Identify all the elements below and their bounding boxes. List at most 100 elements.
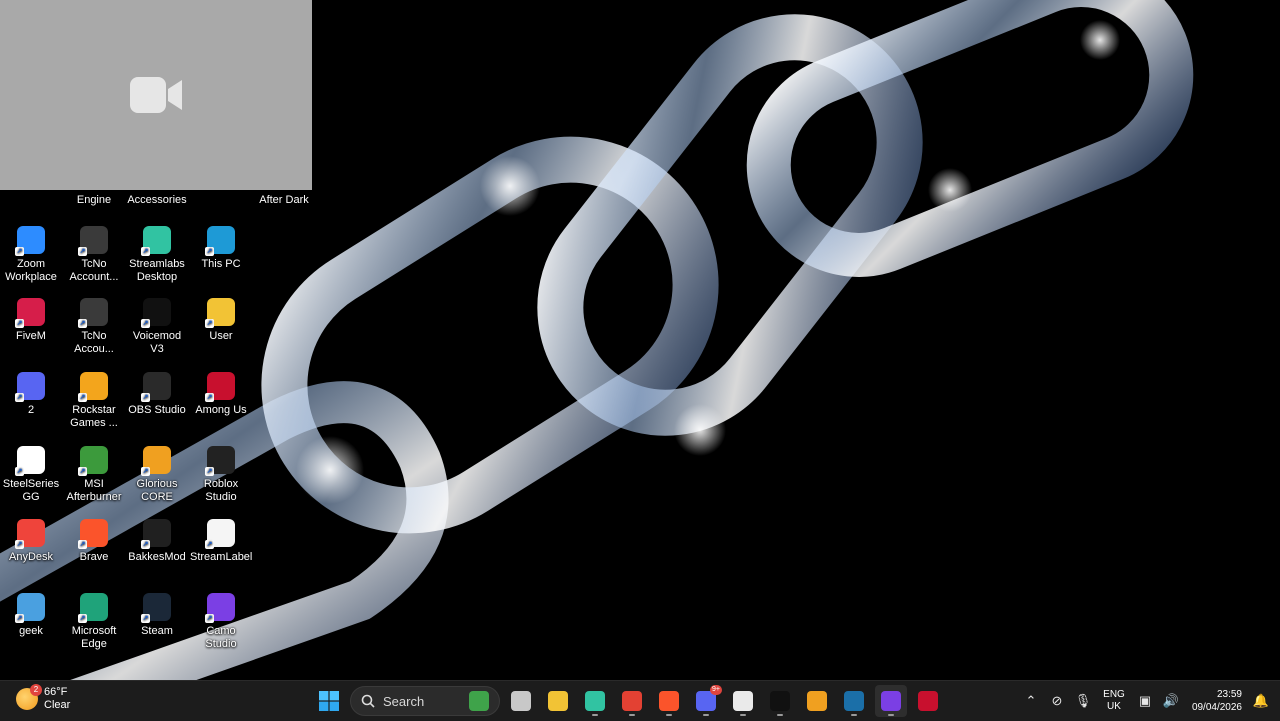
clock[interactable]: 23:59 09/04/2026 [1184, 688, 1242, 714]
desktop-icon-tcno[interactable]: ↗ TcNo Account... [63, 226, 125, 284]
running-indicator [592, 714, 598, 716]
windows-logo-icon [319, 691, 339, 711]
monitor-icon: ↗ [205, 226, 235, 256]
chevron-up-icon[interactable]: ⌃ [1018, 681, 1044, 721]
desktop-icon-label: BakkesMod [128, 551, 186, 563]
search-highlight-icon [469, 691, 489, 711]
glorious-icon [807, 691, 827, 711]
desktop-icon-steam[interactable]: ↗ Steam [126, 593, 188, 638]
glorious-icon: ↗ [141, 446, 171, 476]
notification-badge: 9+ [710, 685, 722, 695]
desktop-icon-label: MSI Afterburner [66, 478, 122, 503]
desktop-icon-voicemod[interactable]: ↗ Voicemod V3 [126, 298, 188, 356]
taskbar-app-steelseries[interactable] [727, 685, 759, 717]
geek-icon: ↗ [15, 593, 45, 623]
desktop-icon-steelseries[interactable]: ↗ SteelSeries GG [0, 446, 62, 504]
shortcut-arrow-icon: ↗ [205, 614, 214, 623]
desktop-icon-streamlabels[interactable]: ↗ StreamLabels [190, 519, 252, 564]
running-indicator [666, 714, 672, 716]
desktop-icon-label: Voicemod V3 [132, 330, 182, 355]
tcno-icon: ↗ [78, 226, 108, 256]
weather-widget[interactable]: 2 66°F Clear [16, 684, 71, 712]
video-camera-icon [130, 77, 182, 113]
desktop-icon-bakkesmod[interactable]: ↗ BakkesMod [126, 519, 188, 564]
desktop-icon-label: Zoom Workplace [5, 258, 57, 283]
desktop-icon-rockstar[interactable]: ↗ Rockstar Games ... [63, 372, 125, 430]
roblox-icon: ↗ [205, 446, 235, 476]
taskbar-app-voicemod[interactable] [764, 685, 796, 717]
taskbar-app-among-us[interactable] [912, 685, 944, 717]
folder-icon [548, 691, 568, 711]
volume-icon[interactable]: 🔊 [1158, 681, 1184, 721]
shortcut-arrow-icon: ↗ [141, 614, 150, 623]
running-indicator [629, 714, 635, 716]
desktop-icon-folder[interactable]: ↗ User [190, 298, 252, 343]
desktop-icon-discord[interactable]: ↗ 2 [0, 372, 62, 417]
shortcut-arrow-icon: ↗ [205, 540, 214, 549]
shortcut-arrow-icon: ↗ [141, 393, 150, 402]
desktop-icon-anydesk[interactable]: ↗ AnyDesk [0, 519, 62, 564]
network-icon[interactable]: ▣ [1132, 681, 1158, 721]
among-us-icon: ↗ [205, 372, 235, 402]
microphone-icon[interactable]: 🎙 [1070, 681, 1096, 721]
desktop-icon-glorious[interactable]: ↗ Glorious CORE [126, 446, 188, 504]
obs-icon: ↗ [141, 372, 171, 402]
taskbar-app-file-explorer[interactable] [542, 685, 574, 717]
eye-hidden-icon[interactable]: ⊘ [1044, 681, 1070, 721]
taskbar-search-box[interactable]: Search [350, 686, 500, 716]
tcno-icon: ↗ [78, 298, 108, 328]
desktop-icon-roblox[interactable]: ↗ Roblox Studio [190, 446, 252, 504]
brave-icon: ↗ [78, 519, 108, 549]
desktop-icon-label: SteelSeries GG [2, 478, 60, 503]
running-indicator [740, 714, 746, 716]
shortcut-arrow-icon: ↗ [78, 467, 87, 476]
language-indicator[interactable]: ENG UK [1096, 689, 1132, 713]
taskbar-app-streamlabs[interactable] [579, 685, 611, 717]
desktop-icon-label: Microsoft Edge [71, 625, 117, 650]
desktop-icon-geek[interactable]: ↗ geek [0, 593, 62, 638]
desktop-icon-camo[interactable]: ↗ Camo Studio [190, 593, 252, 651]
desktop-icon-label: Roblox Studio [203, 478, 239, 503]
desktop-icon-msi-afterburner[interactable]: ↗ MSI Afterburner [63, 446, 125, 504]
zoom-icon: ↗ [15, 226, 45, 256]
shortcut-arrow-icon: ↗ [205, 247, 214, 256]
desktop-icon-label-after-dark[interactable]: After Dark [253, 194, 315, 207]
desktop-icon-edge[interactable]: ↗ Microsoft Edge [63, 593, 125, 651]
desktop-icon-among-us[interactable]: ↗ Among Us [190, 372, 252, 417]
rockstar-icon: ↗ [78, 372, 108, 402]
shortcut-arrow-icon: ↗ [15, 540, 24, 549]
desktop-icon-label: AnyDesk [8, 551, 54, 563]
running-indicator [703, 714, 709, 716]
taskbar-app-task-view[interactable] [505, 685, 537, 717]
desktop-icon-brave[interactable]: ↗ Brave [63, 519, 125, 564]
desktop-icon-label-accessories[interactable]: Accessories [126, 194, 188, 207]
desktop-icon-zoom[interactable]: ↗ Zoom Workplace [0, 226, 62, 284]
taskbar-app-steam[interactable] [838, 685, 870, 717]
desktop-icon-label: User [209, 330, 233, 342]
desktop-icon-monitor[interactable]: ↗ This PC [190, 226, 252, 271]
taskbar-app-brave[interactable] [653, 685, 685, 717]
voicemod-icon: ↗ [141, 298, 171, 328]
taskbar-app-chrome[interactable] [616, 685, 648, 717]
desktop-icon-streamlabs[interactable]: ↗ Streamlabs Desktop [126, 226, 188, 284]
taskbar-app-glorious[interactable] [801, 685, 833, 717]
edge-icon: ↗ [78, 593, 108, 623]
taskbar-app-camo[interactable] [875, 685, 907, 717]
search-icon [361, 694, 375, 708]
fivem-icon: ↗ [15, 298, 45, 328]
notification-icon[interactable]: 🔔 [1248, 681, 1274, 721]
desktop-icon-obs[interactable]: ↗ OBS Studio [126, 372, 188, 417]
desktop-icon-fivem[interactable]: ↗ FiveM [0, 298, 62, 343]
weather-badge: 2 [30, 684, 42, 696]
search-label: Search [383, 693, 425, 709]
weather-condition: Clear [44, 699, 71, 711]
clock-time: 23:59 [1216, 689, 1242, 700]
desktop-icon-label-engine[interactable]: Engine [63, 194, 125, 207]
taskbar-app-discord[interactable]: 9+ [690, 685, 722, 717]
clock-date: 09/04/2026 [1191, 702, 1242, 713]
desktop-icon-tcno[interactable]: ↗ TcNo Accou... [63, 298, 125, 356]
start-button[interactable] [313, 685, 345, 717]
running-indicator [777, 714, 783, 716]
desktop-icon-label: StreamLabels [190, 551, 252, 563]
shortcut-arrow-icon: ↗ [205, 393, 214, 402]
